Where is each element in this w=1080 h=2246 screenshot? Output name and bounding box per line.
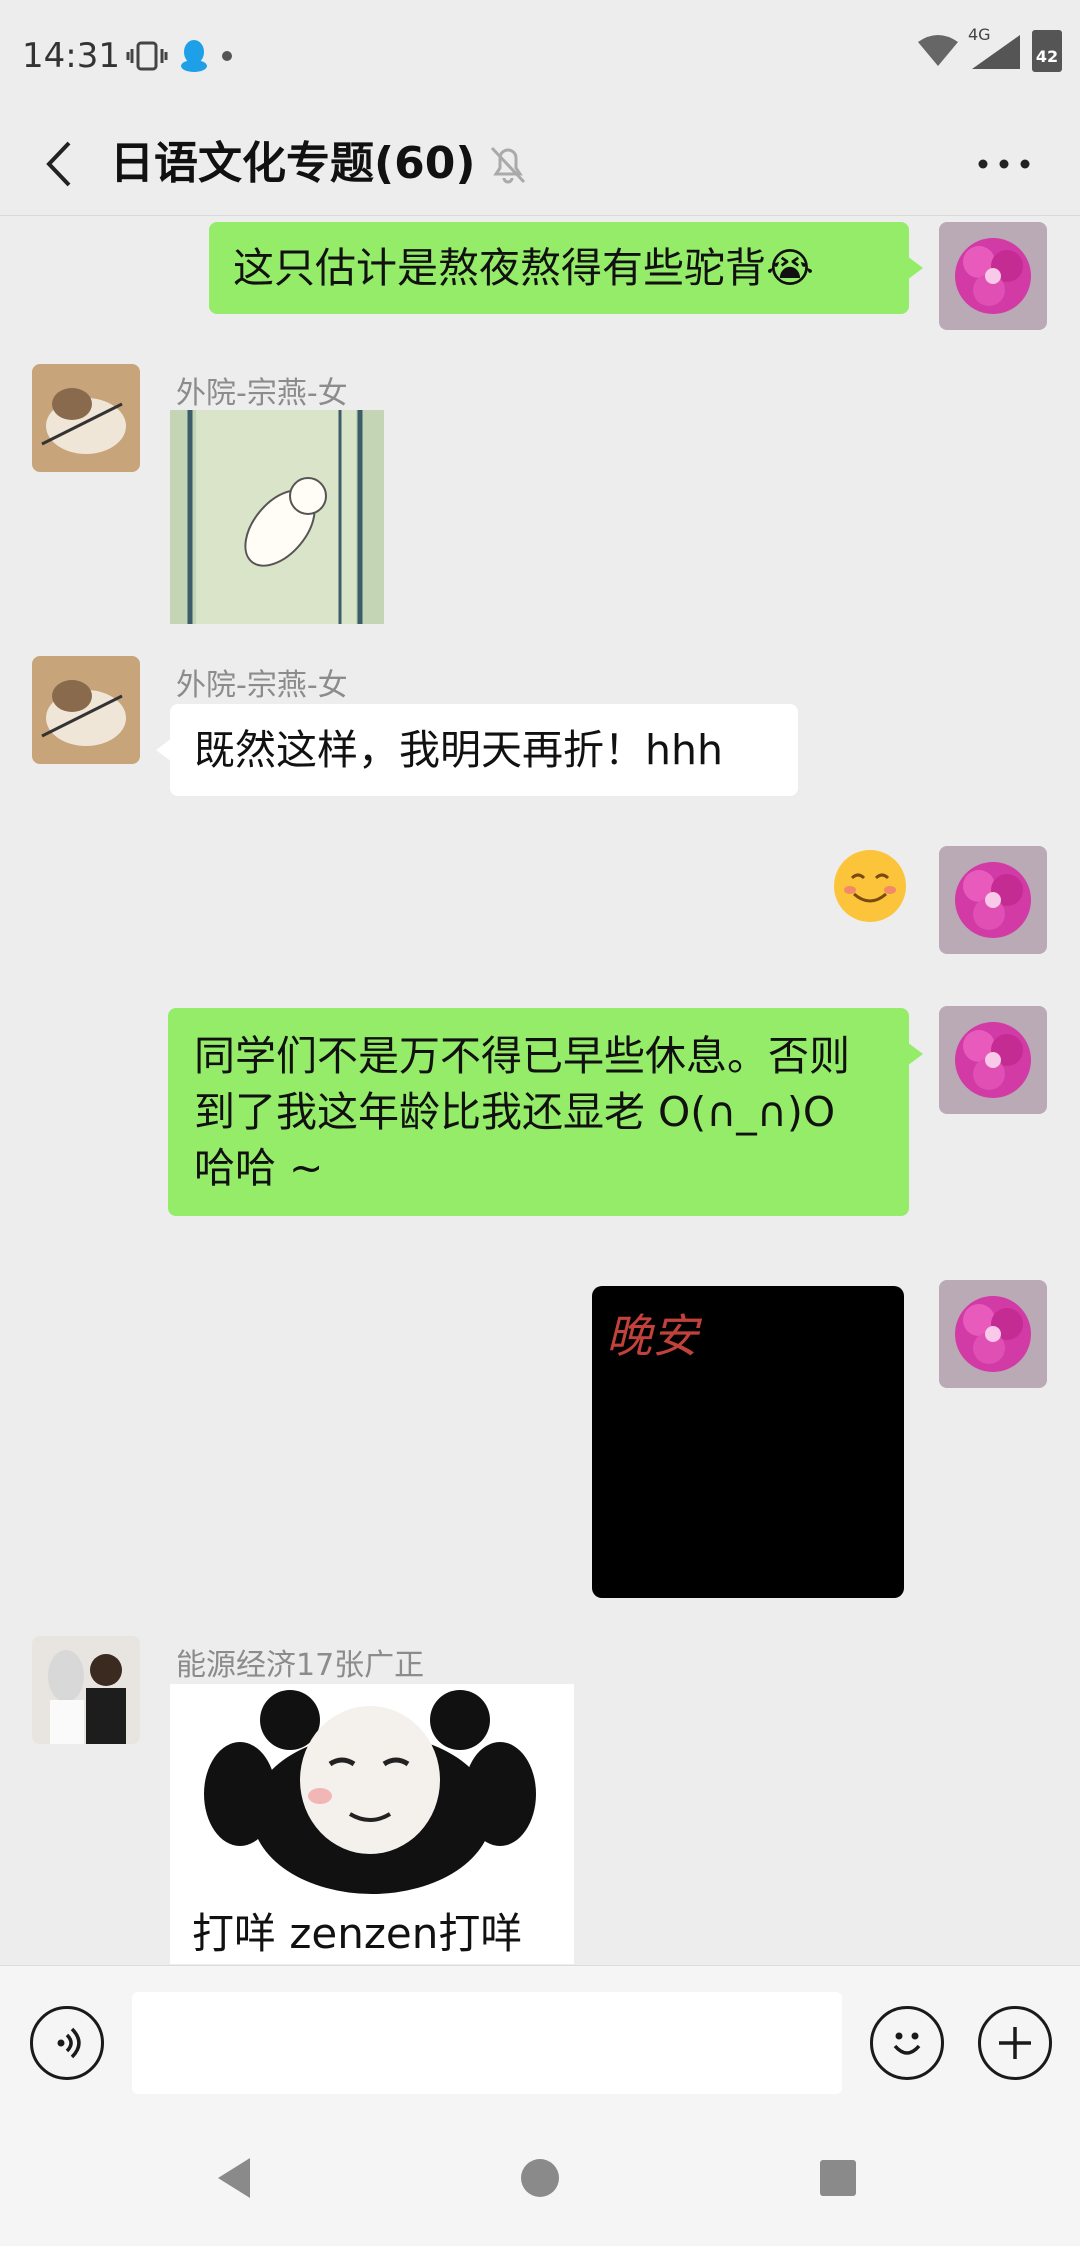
message-input[interactable] (132, 1992, 842, 2094)
plus-button[interactable] (978, 2006, 1052, 2080)
dot-icon (222, 51, 232, 61)
wedding-avatar-icon (32, 1636, 140, 1744)
avatar-self[interactable] (939, 846, 1047, 954)
message-bubble-other[interactable]: 既然这样，我明天再折！hhh (156, 704, 798, 796)
sticker-text: 晚安 (606, 1309, 698, 1363)
flower-avatar-icon (939, 1006, 1047, 1114)
avatar-other[interactable] (32, 1636, 140, 1744)
nav-back-triangle-icon (218, 2158, 250, 2198)
back-arrow-icon (46, 141, 71, 187)
message-bubble-self[interactable]: 同学们不是万不得已早些休息。否则到了我这年龄比我还显老 O(∩_∩)O 哈哈 ~ (168, 1008, 923, 1216)
battery-icon: 42 (1032, 30, 1062, 72)
sticker-image[interactable]: 晚安 (592, 1286, 904, 1598)
plus-icon (999, 2027, 1031, 2059)
mute-bell-icon (480, 136, 536, 192)
flower-avatar-icon (939, 1280, 1047, 1388)
sender-name: 能源经济17张广正 (176, 1648, 425, 1683)
sender-name: 外院-宗燕-女 (176, 376, 348, 411)
system-nav-bar (0, 2110, 1080, 2246)
message-text: 同学们不是万不得已早些休息。否则到了我这年龄比我还显老 O(∩_∩)O 哈哈 ~ (194, 1032, 850, 1192)
chat-title: 日语文化专题(60) (110, 138, 476, 189)
vibrate-icon (126, 41, 168, 71)
voice-button[interactable] (30, 2006, 104, 2080)
sticker-image[interactable] (170, 410, 384, 624)
emoji-icon (893, 2032, 921, 2055)
status-bar: 14:31 4G 42 (0, 0, 1080, 112)
nav-back-button[interactable] (210, 2152, 262, 2204)
avatar-self[interactable] (939, 222, 1047, 330)
nav-home-button[interactable] (514, 2152, 566, 2204)
message-text: 既然这样，我明天再折！hhh (194, 726, 723, 774)
input-bar (0, 1965, 1080, 2110)
more-icon (978, 159, 1030, 169)
flower-avatar-icon (939, 846, 1047, 954)
avatar-other[interactable] (32, 364, 140, 472)
nav-recents-square-icon (820, 2160, 856, 2196)
status-time: 14:31 (22, 36, 120, 76)
cat-avatar-icon (32, 656, 140, 764)
sender-name: 外院-宗燕-女 (176, 668, 348, 703)
cat-avatar-icon (32, 364, 140, 472)
back-button[interactable] (28, 126, 88, 202)
status-left-icons (126, 38, 234, 74)
message-bubble-self[interactable]: 这只估计是熬夜熬得有些驼背😭 (209, 222, 923, 314)
message-list[interactable]: 这只估计是熬夜熬得有些驼背😭 外院-宗燕-女 外院-宗燕-女 既然这样，我明天再… (0, 216, 1080, 1965)
chat-header: 日语文化专题(60) (0, 112, 1080, 216)
qq-icon (181, 40, 207, 72)
bear-sticker-icon (170, 410, 384, 624)
flower-avatar-icon (939, 222, 1047, 330)
status-right-icons: 4G 42 (916, 25, 1062, 72)
wifi-icon (918, 35, 958, 66)
more-button[interactable] (965, 136, 1045, 192)
avatar-self[interactable] (939, 1006, 1047, 1114)
emoji-button[interactable] (870, 2006, 944, 2080)
battery-level: 42 (1035, 47, 1059, 66)
signal-icon: 4G (968, 25, 1024, 71)
panda-sticker-icon (170, 1684, 574, 1894)
voice-icon (57, 2027, 81, 2059)
emoji-message[interactable]: ☺️ (832, 848, 908, 924)
nav-recents-button[interactable] (812, 2152, 864, 2204)
nav-home-circle-icon (521, 2159, 559, 2197)
avatar-other[interactable] (32, 656, 140, 764)
message-text: 这只估计是熬夜熬得有些驼背😭 (233, 244, 814, 292)
sticker-image[interactable]: 打咩 zenzen打咩 (170, 1684, 574, 1964)
avatar-self[interactable] (939, 1280, 1047, 1388)
sticker-text: 打咩 zenzen打咩 (192, 1909, 523, 1958)
smiling-face-emoji-icon (834, 850, 906, 922)
